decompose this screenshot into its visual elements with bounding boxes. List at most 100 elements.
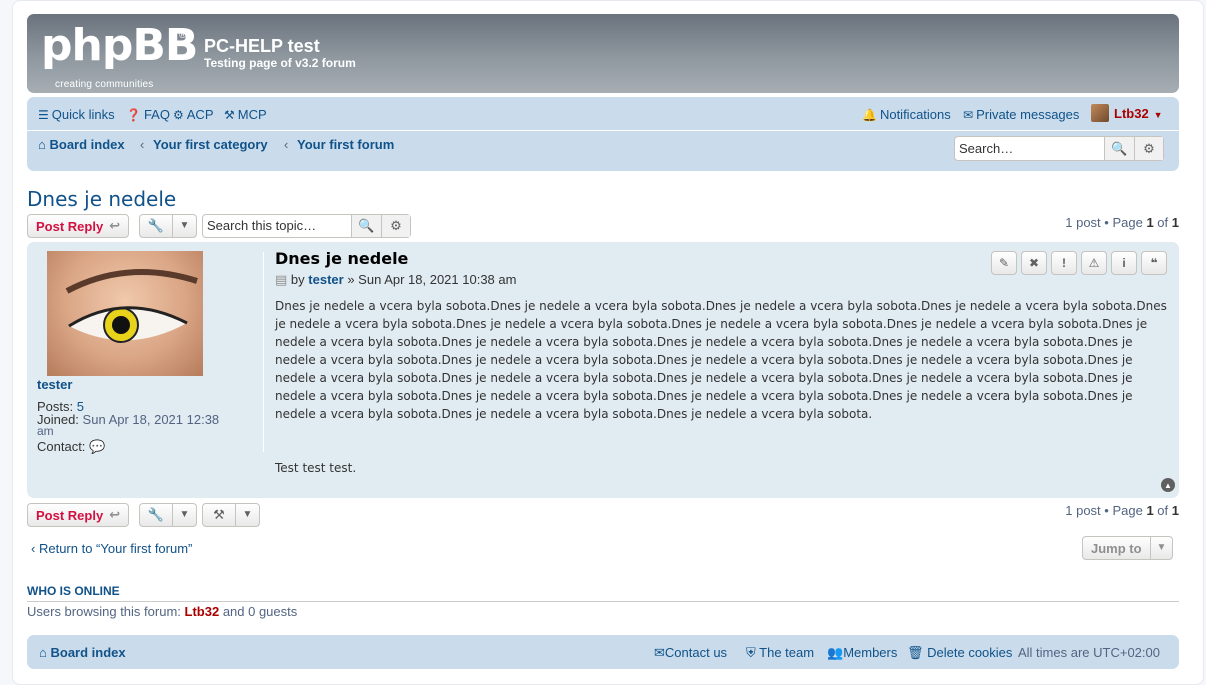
notifications-label: Notifications — [879, 107, 951, 122]
envelope-icon: ✉ — [654, 645, 665, 660]
return-to-forum-link[interactable]: ‹ Return to “Your first forum” — [31, 541, 192, 556]
breadcrumb-board-index[interactable]: ⌂ Board index — [38, 137, 125, 152]
moderator-tools-dropdown[interactable]: ⚒ ▼ — [202, 503, 260, 527]
user-menu[interactable]: Ltb32 ▼ — [1091, 104, 1163, 122]
private-messages-link[interactable]: ✉ Private messages — [963, 107, 1079, 122]
logo-registered-mark: ® — [179, 30, 187, 41]
mcp-link[interactable]: ⚒ MCP — [224, 107, 267, 122]
logo-wordmark: phpBB — [41, 20, 198, 71]
caret-down-icon: ▼ — [235, 504, 259, 526]
who-is-online-heading[interactable]: Who is online — [27, 584, 120, 598]
header-bar: phpBB ® creating communities PC-HELP tes… — [27, 14, 1179, 93]
author-joined-cont: am — [37, 424, 54, 438]
notifications-link[interactable]: 🔔 Notifications — [862, 107, 951, 122]
post-meta: ▤ by tester » Sun Apr 18, 2021 10:38 am — [275, 272, 516, 288]
advanced-search-gear-icon[interactable]: ⚙ — [381, 215, 410, 237]
timezone-text: All times are UTC+02:00 — [1018, 645, 1160, 660]
site-description: Testing page of v3.2 forum — [204, 56, 356, 70]
info-icon[interactable]: i — [1111, 251, 1137, 275]
post-reply-button[interactable]: Post Reply ↩ — [27, 214, 130, 238]
author-avatar — [47, 251, 203, 376]
acp-label: ACP — [186, 107, 214, 122]
contact-us-label: Contact us — [664, 645, 728, 660]
edit-pencil-icon[interactable]: ✎ — [991, 251, 1017, 275]
quick-links-menu[interactable]: ☰ Quick links — [38, 107, 115, 122]
trash-icon: 🗑 — [907, 645, 924, 660]
question-circle-icon: ❓ — [126, 108, 141, 122]
breadcrumb-separator-icon: ‹ — [284, 137, 289, 152]
site-logo[interactable]: phpBB ® creating communities — [41, 20, 198, 90]
caret-down-icon: ▼ — [172, 215, 196, 237]
speech-bubble-icon[interactable]: 💬 — [89, 439, 105, 454]
members-link[interactable]: 👥Members — [827, 645, 897, 661]
delete-cookies-label: Delete cookies — [927, 645, 1013, 660]
home-icon: ⌂ — [39, 645, 47, 660]
topic-tools-dropdown[interactable]: 🔧 ▼ — [139, 214, 197, 238]
report-warning-icon[interactable]: ⚠ — [1081, 251, 1107, 275]
topic-search: Search this topic… 🔍 ⚙ — [202, 214, 411, 238]
pagination-prefix: 1 post • Page — [1065, 503, 1143, 518]
pagination-prefix: 1 post • Page — [1065, 215, 1143, 230]
back-to-top-icon[interactable]: ▲ — [1161, 478, 1175, 492]
delete-x-icon[interactable]: ✖ — [1021, 251, 1047, 275]
breadcrumb-separator-icon: ‹ — [140, 137, 145, 152]
jump-to-dropdown[interactable]: Jump to ▼ — [1082, 536, 1173, 560]
post-date: » Sun Apr 18, 2021 10:38 am — [347, 272, 517, 287]
post-paragraph: Dnes je nedele a vcera byla sobota.Dnes … — [275, 299, 1167, 421]
post-reply-button[interactable]: Post Reply ↩ — [27, 503, 130, 527]
online-user-link[interactable]: Ltb32 — [185, 604, 220, 619]
search-icon[interactable]: 🔍 — [352, 215, 381, 237]
chevron-left-icon: ‹ — [31, 541, 36, 556]
who-is-online-text: Users browsing this forum: Ltb32 and 0 g… — [27, 604, 297, 619]
page-wrapper: phpBB ® creating communities PC-HELP tes… — [12, 0, 1204, 685]
post-content: Dnes je nedele a vcera byla sobota.Dnes … — [275, 297, 1171, 477]
file-icon[interactable]: ▤ — [275, 272, 287, 287]
pagination-bottom: 1 post • Page 1 of 1 — [1065, 503, 1179, 518]
contact-label: Contact: — [37, 439, 86, 454]
warn-exclamation-icon[interactable]: ! — [1051, 251, 1077, 275]
inbox-icon: ✉ — [963, 108, 974, 122]
the-team-link[interactable]: ⛨ The team — [746, 645, 814, 661]
advanced-search-gear-icon[interactable]: ⚙ — [1134, 137, 1163, 160]
pagination-page: 1 — [1146, 503, 1154, 518]
author-name[interactable]: tester — [37, 377, 72, 392]
caret-down-icon: ▼ — [1153, 110, 1163, 120]
delete-cookies-link[interactable]: 🗑 Delete cookies — [907, 645, 1012, 661]
reply-icon: ↩ — [109, 218, 121, 233]
header-search-input[interactable]: Search… — [955, 137, 1105, 160]
bell-icon: 🔔 — [862, 108, 877, 122]
online-prefix: Users browsing this forum: — [27, 604, 181, 619]
acp-link[interactable]: ⚙ ACP — [173, 107, 214, 122]
profile-divider — [263, 252, 264, 452]
wrench-icon: 🔧 — [147, 507, 165, 522]
home-icon: ⌂ — [38, 137, 46, 152]
header-search: Search… 🔍 ⚙ — [954, 136, 1164, 161]
pagination-top: 1 post • Page 1 of 1 — [1065, 215, 1179, 230]
footer-navbar: ⌂ Board index ✉Contact us ⛨ The team 👥Me… — [27, 635, 1179, 669]
caret-down-icon: ▼ — [172, 504, 196, 526]
breadcrumb-forum[interactable]: Your first forum — [297, 137, 394, 152]
pagination-of: of — [1157, 215, 1169, 230]
faq-link[interactable]: ❓ FAQ — [126, 107, 170, 122]
shield-icon: ⛨ — [746, 645, 756, 660]
topic-tools-dropdown[interactable]: 🔧 ▼ — [139, 503, 197, 527]
footer-board-index[interactable]: ⌂ Board index — [39, 645, 126, 660]
post-buttons: ✎ ✖ ! ⚠ i ❝ — [991, 251, 1167, 275]
post-reply-label: Post Reply — [36, 218, 104, 234]
gears-icon: ⚙ — [173, 108, 184, 122]
eye-avatar-image — [65, 269, 198, 343]
wrench-icon: 🔧 — [147, 218, 165, 233]
reply-icon: ↩ — [109, 507, 121, 522]
post-subject[interactable]: Dnes je nedele — [275, 249, 408, 268]
quote-icon[interactable]: ❝ — [1141, 251, 1167, 275]
topic-title[interactable]: Dnes je nedele — [27, 187, 176, 211]
search-icon[interactable]: 🔍 — [1105, 137, 1134, 160]
jump-to-label: Jump to — [1091, 540, 1142, 556]
post-author-link[interactable]: tester — [308, 272, 343, 287]
breadcrumb-category[interactable]: Your first category — [153, 137, 268, 152]
divider — [27, 601, 1179, 602]
topic-actions-bottom: Post Reply ↩ 🔧 ▼ ⚒ ▼ 1 post • Page 1 of 1 — [27, 503, 1179, 527]
topic-search-input[interactable]: Search this topic… — [203, 215, 352, 237]
post-by-label: by — [290, 272, 305, 287]
contact-us-link[interactable]: ✉Contact us — [654, 645, 727, 661]
